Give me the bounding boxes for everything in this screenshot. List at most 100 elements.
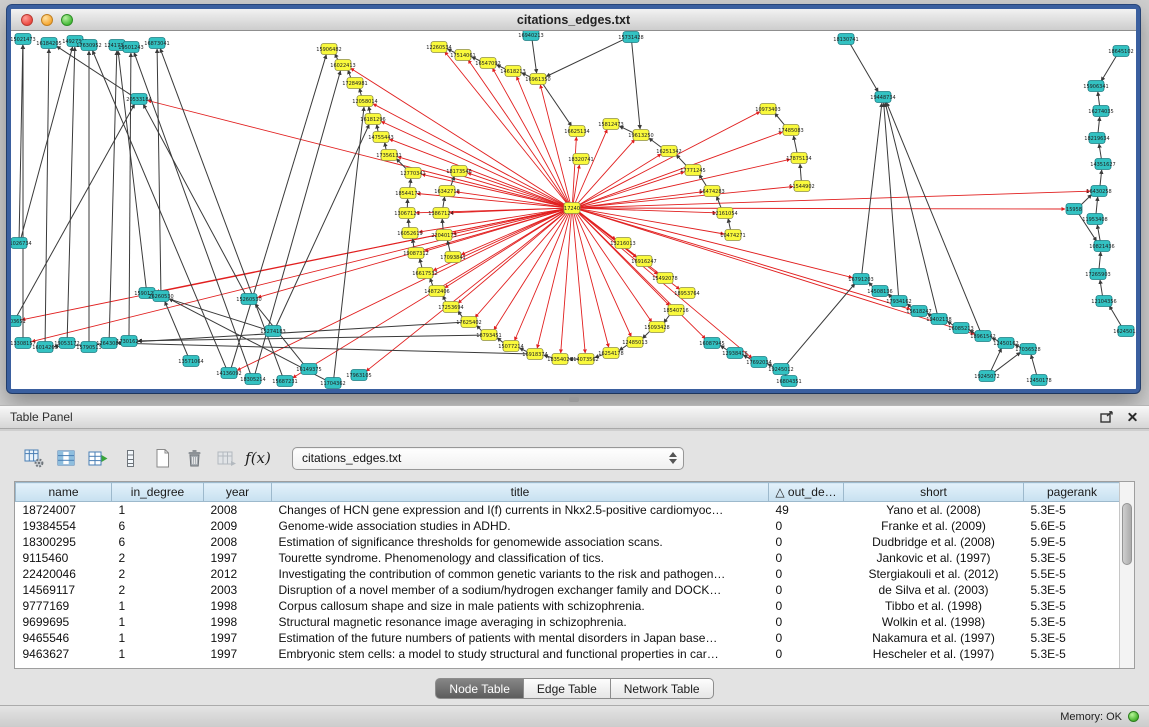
graph-node[interactable]: 14073562 — [573, 354, 598, 365]
graph-edge-black[interactable] — [118, 51, 146, 288]
graph-edge-black[interactable] — [1099, 252, 1101, 269]
graph-node[interactable]: 12770341 — [400, 168, 425, 179]
graph-edge-black[interactable] — [993, 352, 1021, 373]
graph-edge-black[interactable] — [19, 45, 23, 238]
graph-node[interactable]: 16430258 — [1086, 186, 1111, 197]
graph-edge-red[interactable] — [148, 101, 566, 207]
new-table-button[interactable] — [148, 445, 176, 471]
delete-table-button[interactable] — [180, 445, 208, 471]
graph-node[interactable]: 11953408 — [1082, 214, 1107, 225]
graph-edge-red[interactable] — [493, 68, 569, 204]
graph-edge-black[interactable] — [143, 104, 245, 294]
column-header-out_degree[interactable]: △ out_de… — [769, 483, 844, 502]
tab-network-table[interactable]: Network Table — [611, 678, 714, 699]
graph-edge-black[interactable] — [632, 42, 640, 129]
graph-edge-red[interactable] — [494, 212, 568, 330]
column-header-title[interactable]: title — [272, 483, 769, 502]
graph-node[interactable]: 14351627 — [1090, 159, 1115, 170]
table-mode-button[interactable] — [20, 445, 48, 471]
graph-node[interactable]: 16342718 — [434, 186, 459, 197]
graph-edge-black[interactable] — [862, 103, 882, 274]
graph-node[interactable]: 16547092 — [475, 58, 500, 69]
graph-node[interactable]: 16916247 — [631, 256, 656, 267]
graph-node[interactable]: 19245072 — [974, 371, 999, 382]
table-scrollbar[interactable] — [1119, 482, 1134, 668]
graph-edge-black[interactable] — [1096, 197, 1098, 214]
graph-node[interactable]: 12161054 — [712, 208, 737, 219]
graph-edge-black[interactable] — [118, 343, 528, 354]
graph-edge-black[interactable] — [138, 335, 482, 341]
graph-node[interactable]: 17875134 — [786, 153, 811, 164]
network-window-titlebar[interactable]: citations_edges.txt — [11, 9, 1136, 31]
graph-edge-black[interactable] — [45, 49, 49, 342]
delete-column-button[interactable] — [116, 445, 144, 471]
graph-node[interactable]: 11544902 — [789, 181, 814, 192]
graph-edge-black[interactable] — [276, 124, 369, 326]
graph-node[interactable]: 19245012 — [768, 364, 793, 375]
column-header-short[interactable]: short — [844, 483, 1024, 502]
column-header-year[interactable]: year — [204, 483, 272, 502]
graph-node[interactable]: 15958 — [1066, 204, 1082, 215]
graph-node[interactable]: 11026734 — [11, 238, 32, 249]
column-header-in_degree[interactable]: in_degree — [112, 483, 204, 502]
graph-node[interactable]: 16245013 — [1113, 326, 1136, 337]
graph-node[interactable]: 17356131 — [376, 150, 401, 161]
graph-node[interactable]: 18219634 — [1084, 133, 1109, 144]
float-panel-button[interactable] — [1100, 411, 1114, 423]
graph-node[interactable]: 14136092 — [216, 368, 241, 379]
graph-node[interactable]: 12104356 — [1091, 296, 1116, 307]
graph-edge-black[interactable] — [165, 301, 188, 356]
splitter-handle[interactable] — [569, 397, 579, 402]
tab-node-table[interactable]: Node Table — [435, 678, 524, 699]
graph-node[interactable]: 17625402 — [456, 317, 481, 328]
graph-node[interactable]: 17963105 — [346, 370, 371, 381]
graph-edge-black[interactable] — [1109, 306, 1122, 327]
graph-node[interactable]: 12450178 — [1026, 375, 1051, 386]
close-window-button[interactable] — [21, 14, 33, 26]
graph-node[interactable]: 15260530 — [236, 294, 261, 305]
graph-node[interactable]: 14755443 — [368, 132, 393, 143]
graph-edge-red[interactable] — [575, 129, 607, 203]
graph-edge-black[interactable] — [129, 53, 131, 336]
graph-node[interactable]: 16617532 — [412, 268, 437, 279]
graph-edge-black[interactable] — [443, 197, 445, 208]
graph-edge-black[interactable] — [850, 43, 878, 92]
graph-edge-black[interactable] — [884, 103, 899, 296]
graph-node[interactable]: 17240 — [564, 203, 580, 214]
graph-edge-black[interactable] — [1031, 355, 1037, 376]
graph-edge-black[interactable] — [728, 219, 731, 231]
graph-node[interactable]: 15906482 — [316, 44, 341, 55]
graph-node[interactable]: 18540716 — [663, 305, 688, 316]
graph-node[interactable]: 15618247 — [906, 306, 931, 317]
graph-edge-black[interactable] — [67, 47, 75, 338]
graph-node[interactable]: 18320741 — [568, 154, 593, 165]
graph-node[interactable]: 15812473 — [598, 119, 623, 130]
graph-node[interactable]: 16274035 — [1088, 106, 1113, 117]
graph-edge-black[interactable] — [57, 46, 134, 96]
graph-node[interactable]: 18305214 — [240, 374, 265, 385]
graph-node[interactable]: 14618213 — [500, 66, 525, 77]
graph-edge-red[interactable] — [577, 139, 635, 204]
graph-node[interactable]: 12058014 — [352, 96, 377, 107]
graph-node[interactable]: 16791203 — [848, 274, 873, 285]
graph-edge-red[interactable] — [579, 191, 1090, 208]
graph-node[interactable]: 14203651 — [11, 316, 26, 327]
graph-edge-red[interactable] — [579, 172, 685, 207]
zoom-window-button[interactable] — [61, 14, 73, 26]
column-header-pagerank[interactable]: pagerank — [1024, 483, 1121, 502]
graph-node[interactable]: 17485083 — [778, 125, 803, 136]
graph-node[interactable]: 15906341 — [1083, 81, 1108, 92]
graph-node[interactable]: 18645102 — [1108, 46, 1133, 57]
graph-edge-red[interactable] — [468, 173, 566, 207]
table-scrollbar-thumb[interactable] — [1122, 503, 1132, 565]
graph-node[interactable]: 15021473 — [11, 34, 36, 45]
table-row[interactable]: 946362711997Embryonic stem cells: a mode… — [16, 646, 1121, 662]
graph-node[interactable]: 16625134 — [564, 126, 589, 137]
graph-edge-black[interactable] — [786, 284, 855, 366]
graph-edge-black[interactable] — [800, 164, 801, 181]
graph-edge-black[interactable] — [17, 104, 135, 317]
graph-edge-black[interactable] — [1100, 170, 1102, 186]
graph-node[interactable]: 13867124 — [428, 208, 453, 219]
graph-node[interactable]: 16181296 — [360, 114, 385, 125]
graph-node[interactable]: 16087945 — [699, 338, 724, 349]
